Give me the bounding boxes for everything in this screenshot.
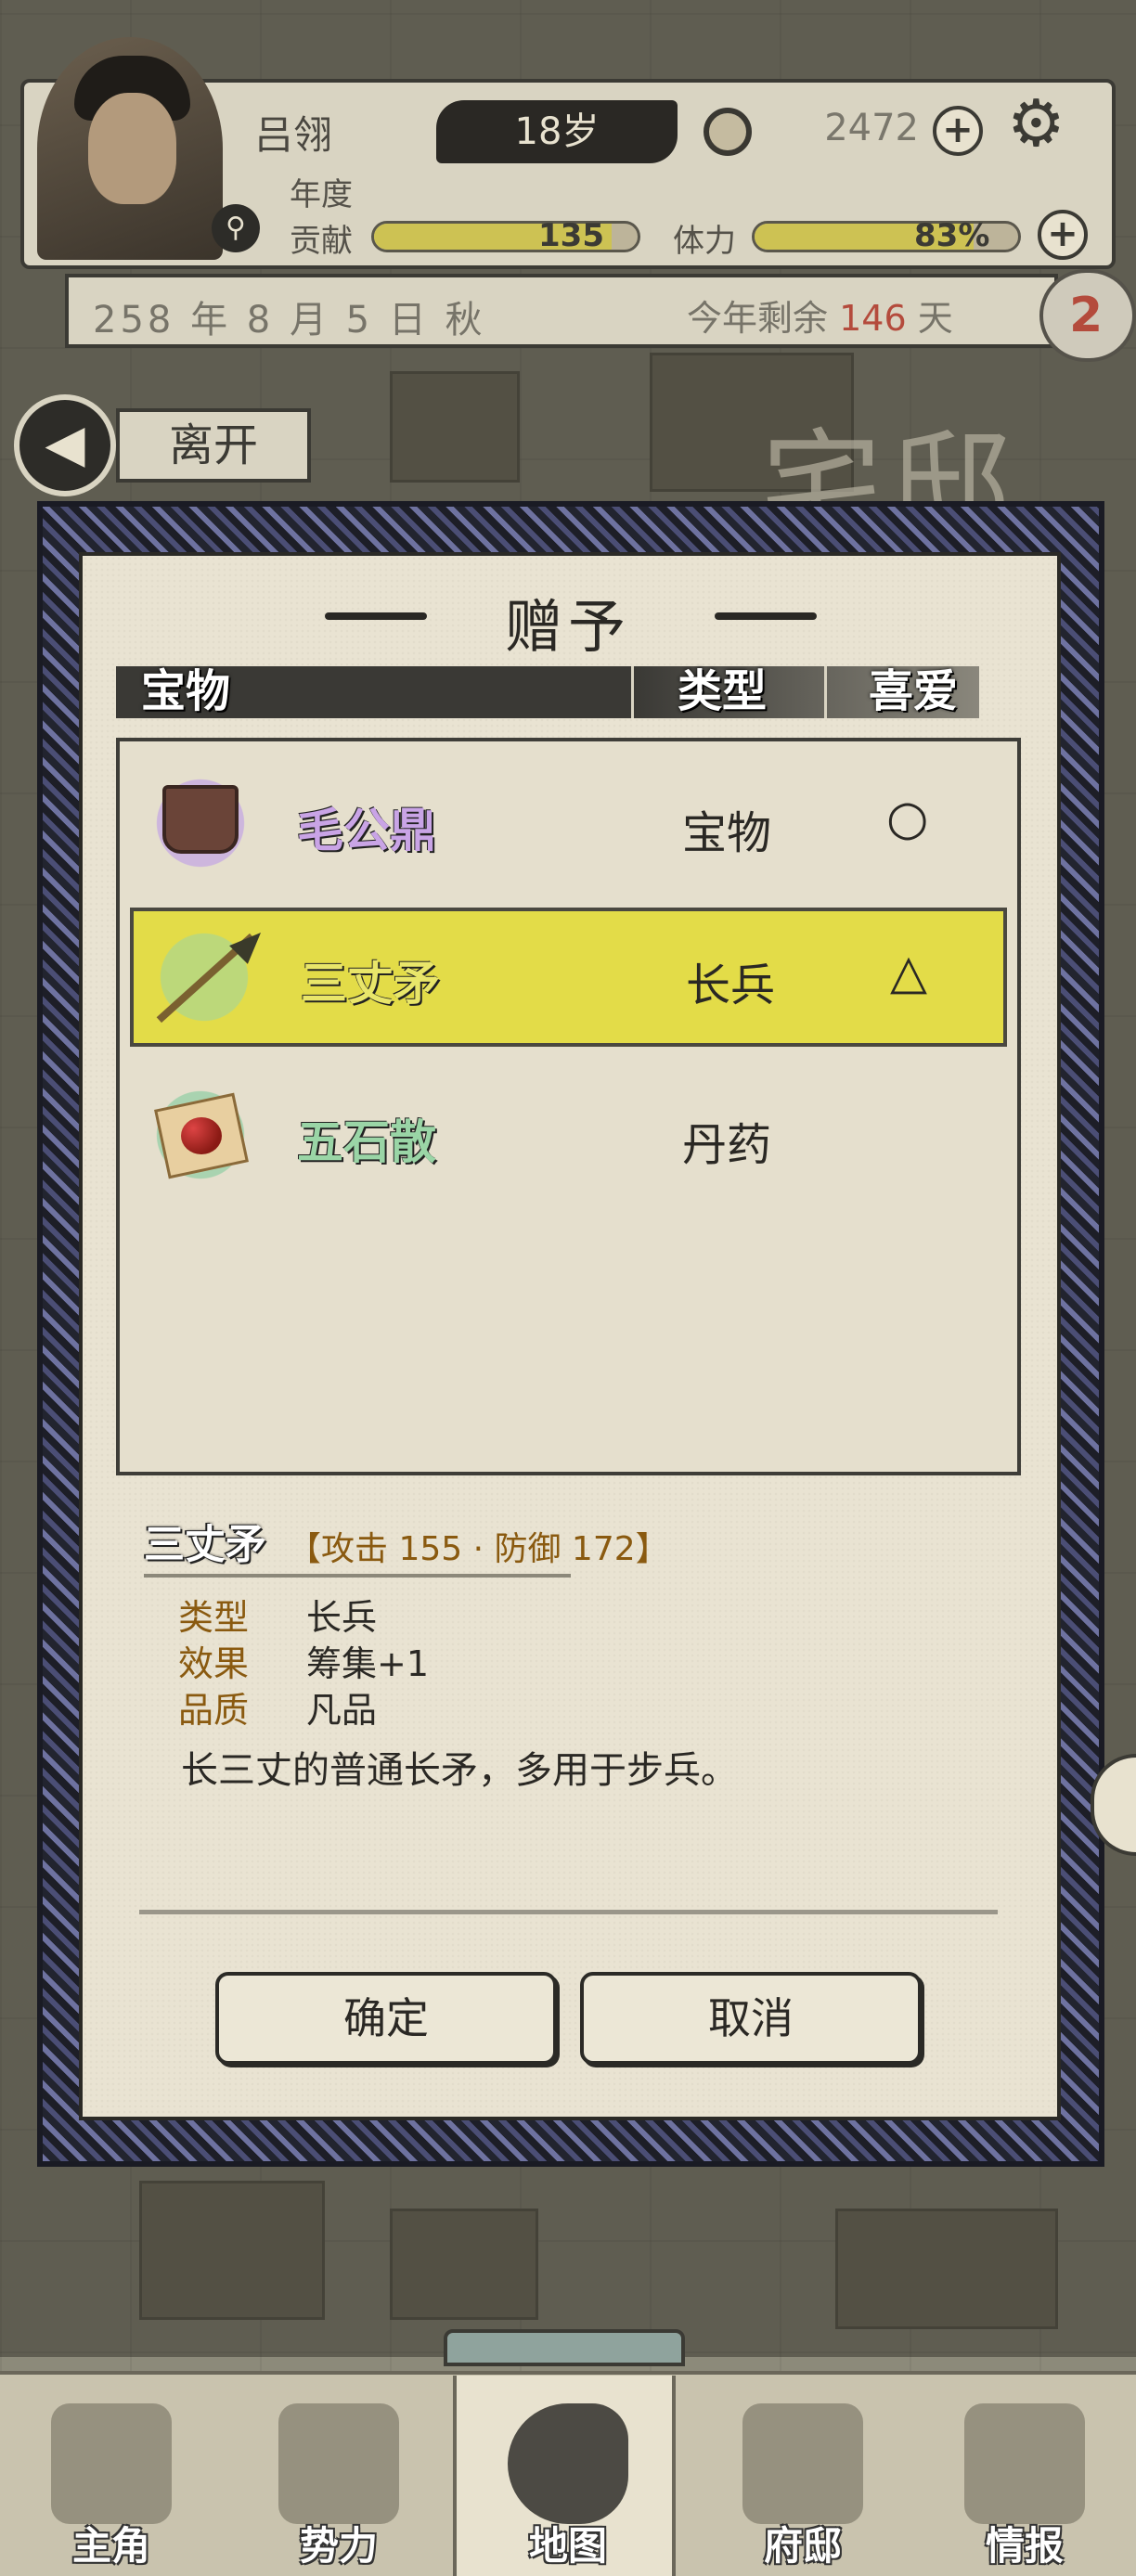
column-header-treasure: 宝物 [141, 665, 231, 717]
detail-value: 凡品 [306, 1690, 378, 1731]
stamina-label: 体力 [673, 223, 736, 260]
table-header [116, 666, 979, 718]
list-item[interactable]: 五石散 丹药 [121, 1063, 1016, 1203]
column-header-like: 喜爱 [869, 665, 959, 717]
current-date: 258 年 8 月 5 日 秋 [93, 299, 486, 341]
cancel-button[interactable]: 取消 [580, 1972, 922, 2065]
player-name: 吕翎 [254, 112, 333, 158]
back-arrow-icon: ◀ [14, 394, 116, 496]
item-type: 宝物 [682, 807, 772, 859]
add-stamina-button[interactable]: + [1038, 210, 1088, 260]
detail-item-name: 三丈矛 [144, 1521, 266, 1568]
coin-icon [704, 108, 752, 156]
item-name: 毛公鼎 [297, 804, 436, 857]
spear-icon [148, 922, 270, 1032]
item-name: 五石散 [297, 1115, 436, 1169]
list-item-selected[interactable]: 三丈矛 长兵 △ [130, 908, 1007, 1047]
nav-tab-map[interactable]: 地图 [453, 2376, 676, 2576]
contribution-label-top: 年度 [290, 176, 353, 213]
detail-key: 效果 [178, 1643, 250, 1684]
notification-count: 2 [1069, 288, 1104, 343]
contribution-label: 贡献 [290, 223, 353, 260]
stamina-value: 83% [914, 217, 990, 254]
nav-tab-hero[interactable]: 主角 [0, 2376, 223, 2576]
leave-button[interactable]: ◀ 离开 [14, 390, 311, 496]
leave-label: 离开 [116, 408, 311, 483]
detail-stats: 【攻击 155 · 防御 172】 [288, 1530, 669, 1568]
map-icon [508, 2403, 628, 2524]
detail-underline [144, 1574, 571, 1578]
nav-label: 主角 [71, 2523, 150, 2569]
nav-tab-intel[interactable]: 情报 [913, 2376, 1136, 2576]
item-type: 长兵 [686, 960, 776, 1011]
faction-flag-icon [278, 2403, 399, 2524]
contribution-value: 135 [538, 217, 604, 254]
column-divider [631, 666, 634, 718]
medicine-pills-icon [144, 1080, 257, 1190]
item-name: 三丈矛 [301, 957, 440, 1011]
active-tab-cap [444, 2329, 685, 2366]
item-like: ○ [886, 791, 929, 846]
detail-description: 长三丈的普通长矛，多用于步兵。 [181, 1749, 738, 1792]
nav-tab-faction[interactable]: 势力 [227, 2376, 450, 2576]
detail-key: 品质 [178, 1690, 250, 1731]
confirm-button[interactable]: 确定 [215, 1972, 557, 2065]
add-coins-button[interactable]: + [933, 106, 983, 156]
item-like: △ [890, 945, 927, 1000]
nav-label: 府邸 [763, 2523, 842, 2569]
nav-label: 地图 [528, 2523, 607, 2569]
item-type: 丹药 [682, 1119, 772, 1171]
ding-cauldron-icon [144, 768, 257, 878]
search-icon[interactable]: ⚲ [212, 204, 260, 252]
player-avatar[interactable] [37, 37, 223, 260]
age-badge: 18岁 [436, 100, 678, 163]
days-remaining: 今年剩余 146 天 [687, 298, 953, 339]
intel-scroll-icon [964, 2403, 1085, 2524]
detail-value: 筹集+1 [306, 1643, 430, 1684]
nav-tab-mansion[interactable]: 府邸 [691, 2376, 914, 2576]
coin-value: 2472 [824, 107, 919, 149]
detail-key: 类型 [178, 1597, 250, 1638]
list-item[interactable]: 毛公鼎 宝物 ○ [121, 752, 1016, 891]
gear-icon[interactable]: ⚙ [1007, 91, 1065, 156]
hero-icon [51, 2403, 172, 2524]
divider [139, 1910, 998, 1914]
nav-label: 情报 [985, 2523, 1064, 2569]
detail-value: 长兵 [306, 1597, 378, 1638]
mansion-icon [742, 2403, 863, 2524]
column-divider [824, 666, 827, 718]
nav-label: 势力 [299, 2523, 378, 2569]
column-header-type: 类型 [678, 665, 768, 717]
dialog-title: 赠予 [504, 593, 631, 661]
